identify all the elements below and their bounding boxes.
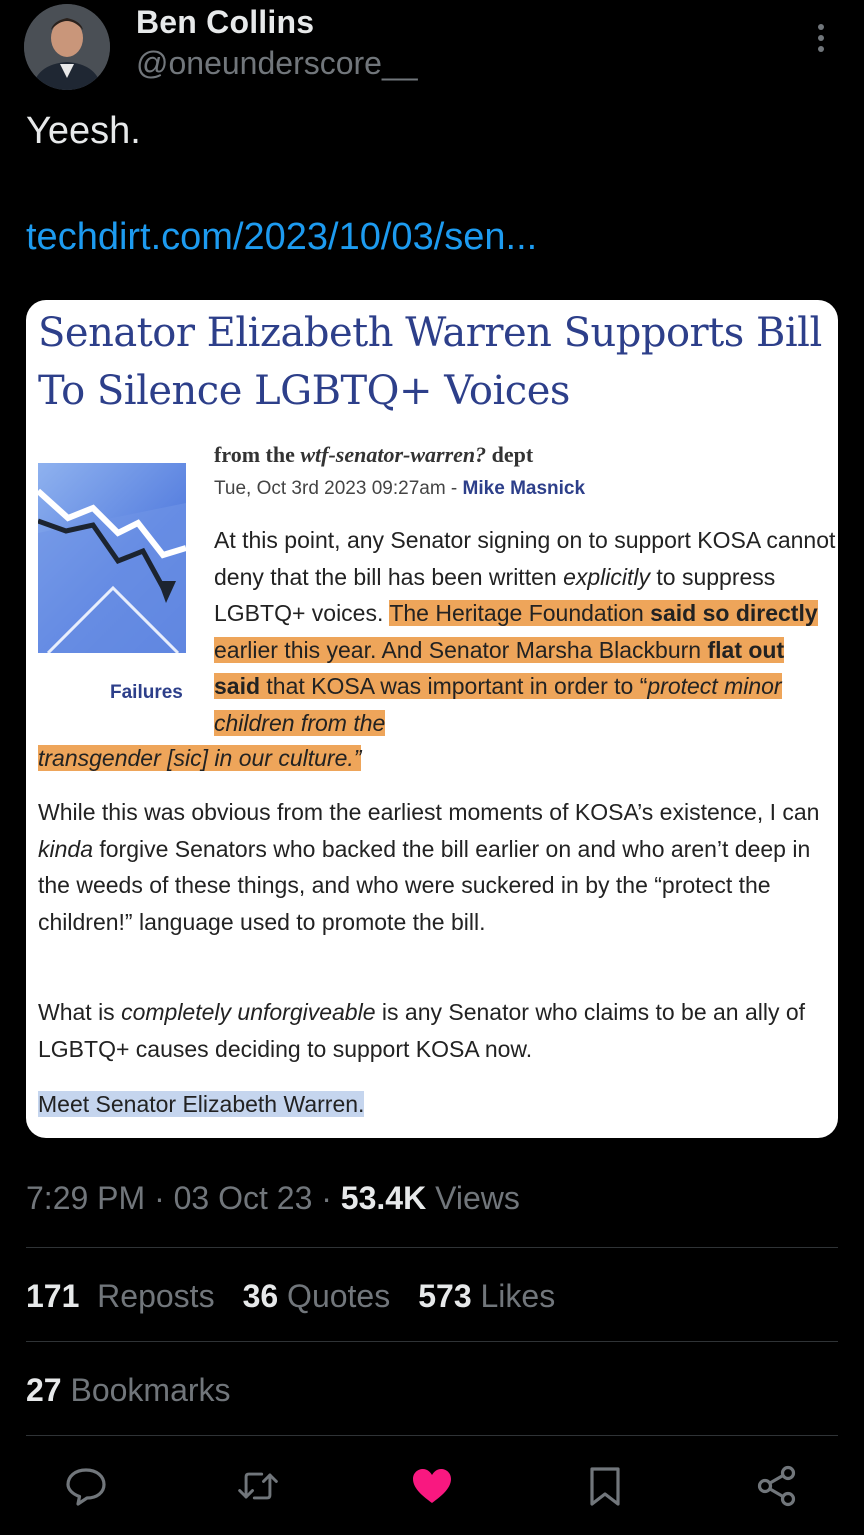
author-handle[interactable]: @oneunderscore__ [136,45,418,82]
avatar-photo-icon [24,4,110,90]
repost-icon[interactable] [236,1464,280,1508]
reposts-stat[interactable]: 171 Reposts [26,1278,215,1315]
article-paragraph-4: Meet Senator Elizabeth Warren. [38,1091,365,1117]
article-screenshot-card[interactable]: Senator Elizabeth Warren Supports Bill T… [26,300,838,1138]
tweet-date: 03 Oct 23 [173,1180,313,1216]
article-paragraph-2: While this was obvious from the earliest… [38,799,820,935]
bookmarks-stat[interactable]: 27 Bookmarks [26,1372,231,1409]
views-label: Views [426,1180,520,1216]
action-bar [0,1450,864,1520]
tweet-link[interactable]: techdirt.com/2023/10/03/sen... [26,216,537,259]
share-icon[interactable] [755,1464,799,1508]
tweet-meta: 7:29 PM · 03 Oct 23 · 53.4K Views [26,1180,520,1216]
avatar[interactable] [24,4,110,90]
views-count: 53.4K [340,1180,427,1216]
heart-icon[interactable] [410,1464,454,1508]
divider [26,1247,838,1248]
tweet-time: 7:29 PM [26,1180,146,1216]
author-name[interactable]: Ben Collins [136,4,314,41]
reply-icon[interactable] [64,1464,108,1508]
bookmark-icon[interactable] [583,1464,627,1508]
likes-stat[interactable]: 573 Likes [418,1278,555,1315]
article-paragraph-3: What is completely unforgiveable is any … [38,999,806,1062]
bookmark-stats: 27 Bookmarks [26,1372,231,1409]
article-author: Mike Masnick [462,478,586,499]
article-paragraph-1-tail: transgender [sic] in our culture.” [38,745,362,771]
quotes-stat[interactable]: 36 Quotes [243,1278,391,1315]
divider [26,1435,838,1436]
failures-chart-thumbnail [35,463,187,655]
article-paragraph-1: At this point, any Senator signing on to… [214,527,836,736]
engagement-stats: 171 Reposts 36 Quotes 573 Likes [26,1278,555,1315]
article-headline: Senator Elizabeth Warren Supports Bill T… [38,310,822,414]
more-vertical-icon[interactable] [806,20,836,56]
article-dept: from the wtf-senator-warren? dept [214,442,534,467]
tweet-header: Ben Collins @oneunderscore__ [0,0,864,100]
thumbnail-caption: Failures [110,682,183,703]
tweet-text: Yeesh. [26,110,141,152]
divider [26,1341,838,1342]
article-byline: Tue, Oct 3rd 2023 09:27am - Mike Masnick [214,478,586,499]
